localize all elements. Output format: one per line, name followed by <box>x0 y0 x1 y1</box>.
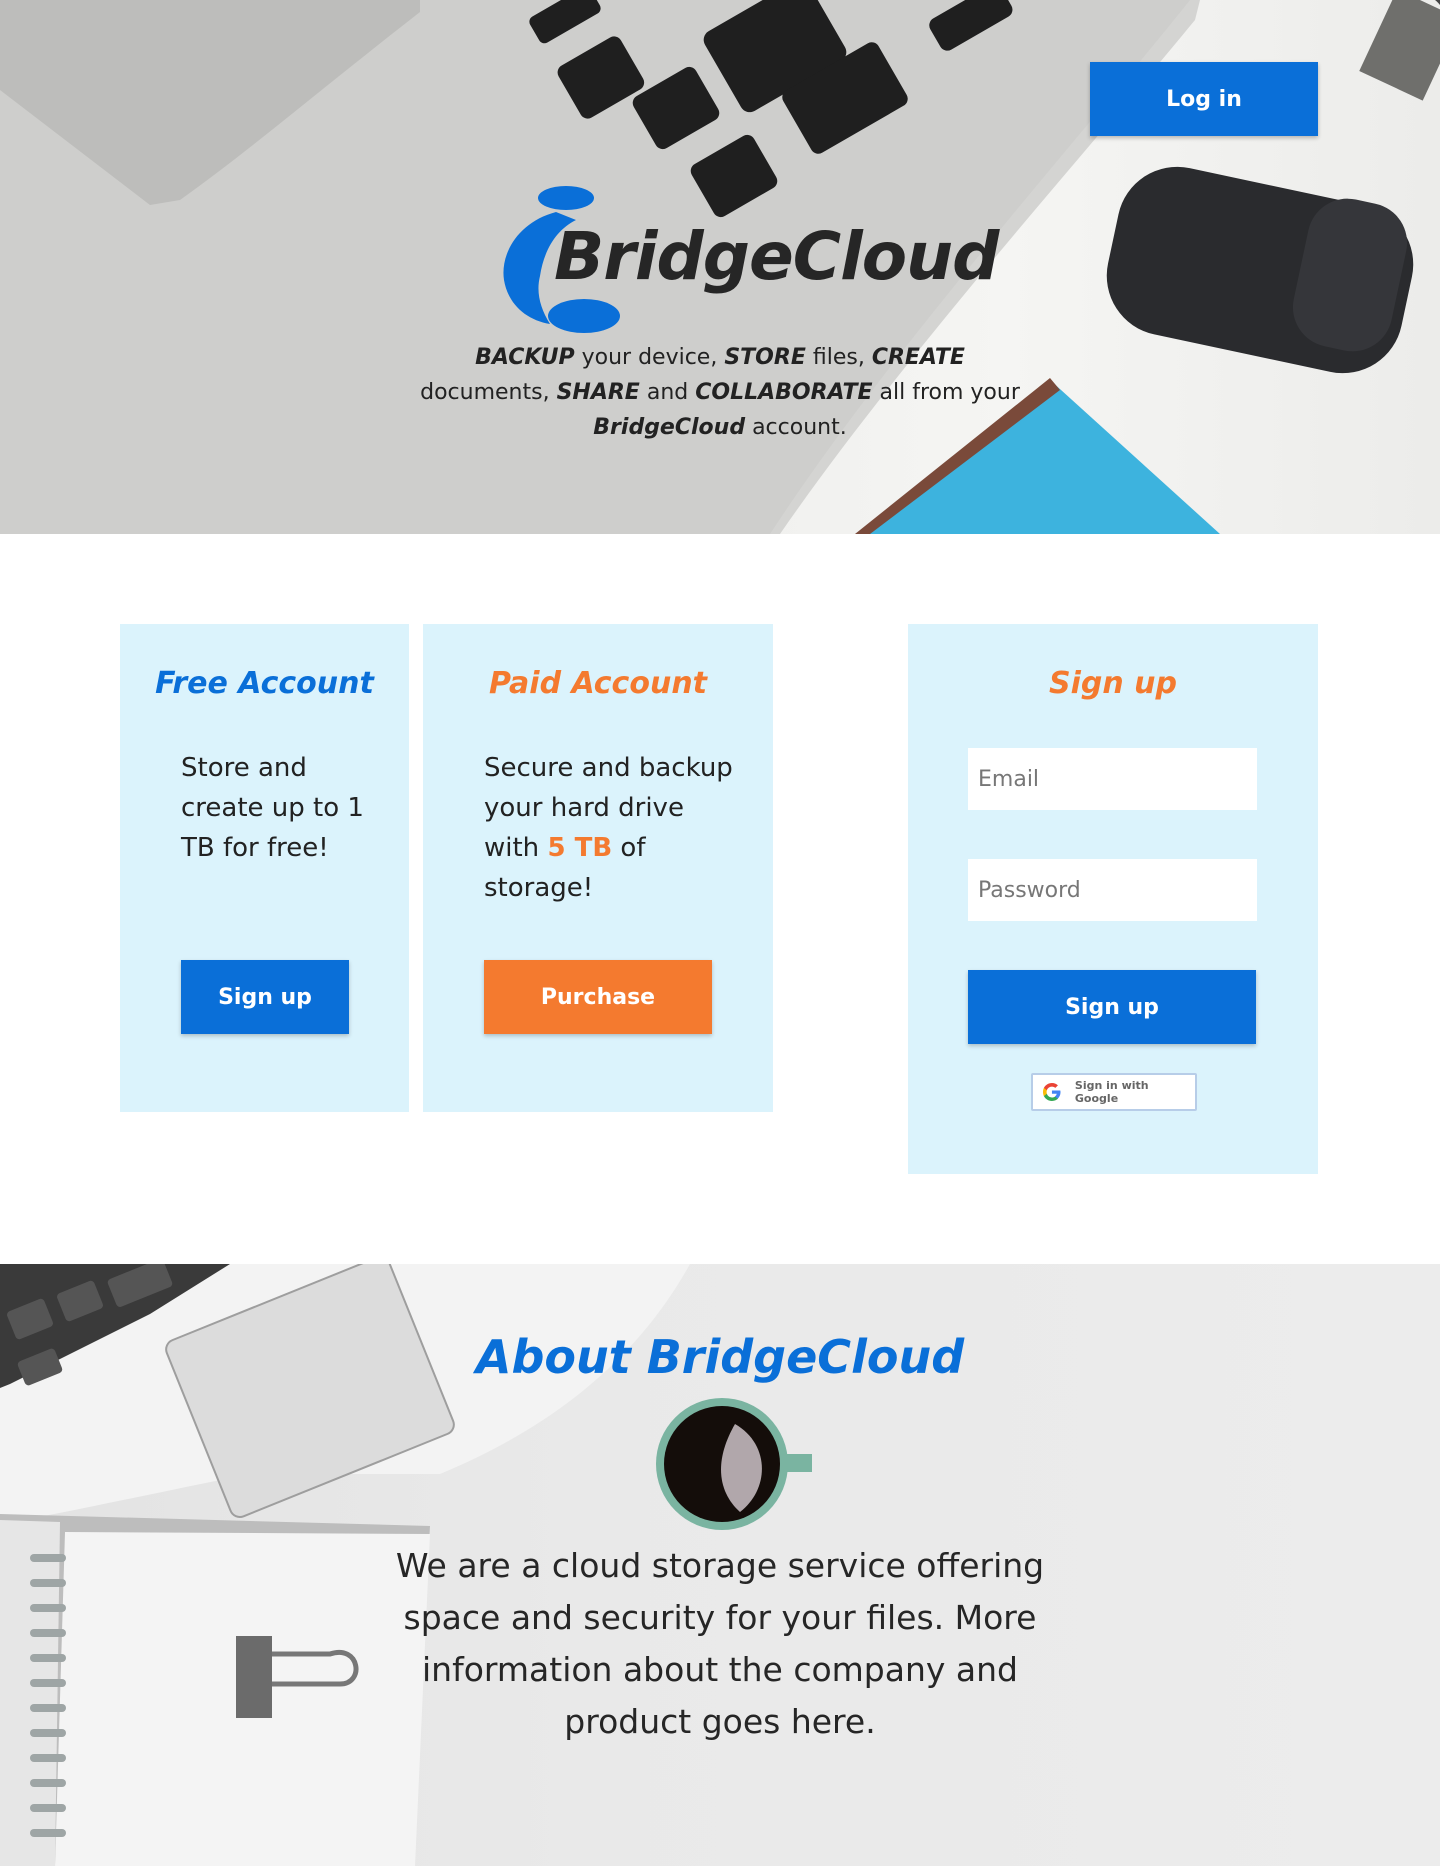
google-signin-label: Sign in with Google <box>1074 1079 1149 1105</box>
purchase-button[interactable]: Purchase <box>484 960 712 1034</box>
about-section: About BridgeCloud We are a cloud storage… <box>0 1264 1440 1866</box>
tagline-keyword: STORE <box>724 345 806 370</box>
bridgecloud-logo: BridgeCloud <box>500 184 999 336</box>
tagline-keyword: BACKUP <box>475 345 575 370</box>
password-field[interactable] <box>968 859 1257 921</box>
tagline-text: and <box>639 380 696 405</box>
tagline-keyword: CREATE <box>871 345 965 370</box>
free-account-card: Free Account Store and create up to 1 TB… <box>120 624 409 1112</box>
paid-account-card: Paid Account Secure and backup your hard… <box>423 624 773 1112</box>
tagline-text: your device, <box>574 345 725 370</box>
about-description: We are a cloud storage service offering … <box>395 1546 1045 1741</box>
email-field[interactable] <box>968 748 1257 810</box>
paid-account-title: Paid Account <box>488 666 708 701</box>
hero-tagline: BACKUP your device, STORE files, CREATE … <box>420 340 1020 445</box>
login-button[interactable]: Log in <box>1090 62 1318 136</box>
google-g-icon <box>1043 1083 1061 1101</box>
paid-account-description: Secure and backup your hard drive with 5… <box>484 748 744 908</box>
tagline-keyword: SHARE <box>556 380 640 405</box>
tagline-text: documents, <box>420 380 557 405</box>
about-title: About BridgeCloud <box>475 1330 965 1384</box>
tagline-text: files, <box>805 345 872 370</box>
tagline-text: all from your <box>872 380 1020 405</box>
google-signin-button[interactable]: Sign in with Google <box>1031 1073 1197 1111</box>
free-signup-button[interactable]: Sign up <box>181 960 349 1034</box>
logo-text: BridgeCloud <box>554 218 999 295</box>
free-account-description: Store and create up to 1 TB for free! <box>181 753 364 863</box>
tagline-keyword: BridgeCloud <box>593 415 746 440</box>
tagline-text: account. <box>745 415 847 440</box>
tagline-keyword: COLLABORATE <box>695 380 873 405</box>
hero-section: Log in BridgeCloud BACKUP your device, S… <box>0 0 1440 534</box>
free-account-title: Free Account <box>155 666 374 701</box>
signup-submit-button[interactable]: Sign up <box>968 970 1256 1044</box>
paid-storage-highlight: 5 TB <box>547 833 613 863</box>
signup-title: Sign up <box>1049 666 1177 701</box>
signup-card: Sign up Sign up Sign in with Google <box>908 624 1318 1174</box>
